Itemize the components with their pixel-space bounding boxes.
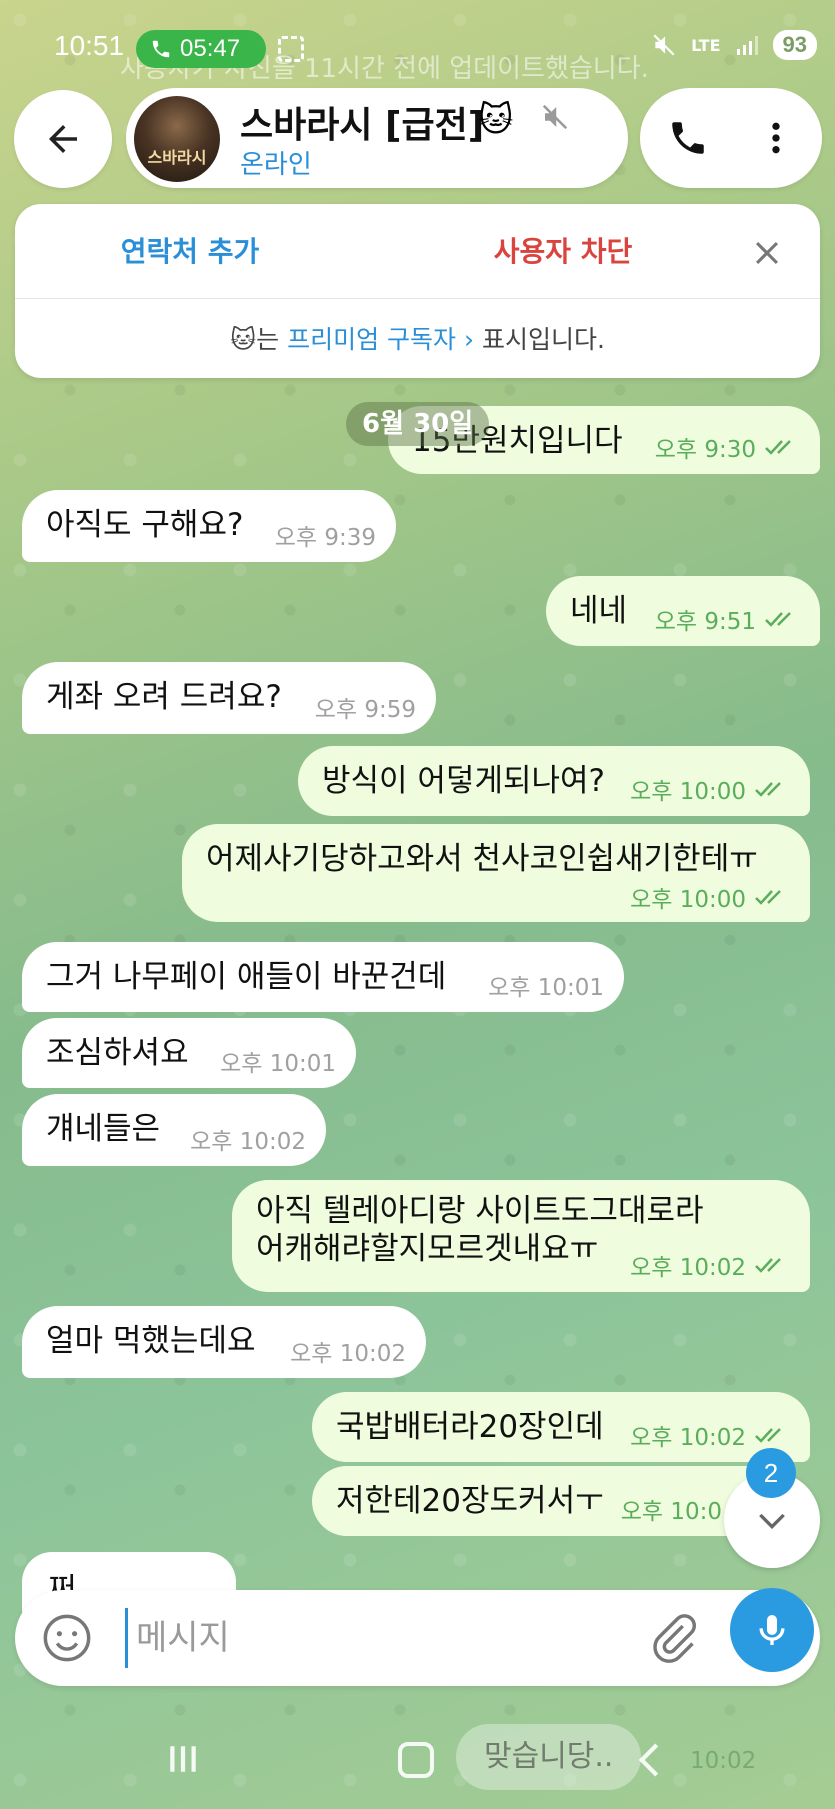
message-text: 아직도 구해요? [46, 507, 244, 543]
message-text: 걔네들은 [46, 1111, 161, 1147]
message-text: 그거 나무페이 애들이 바꾼건데 [46, 959, 447, 995]
paperclip-icon[interactable] [647, 1612, 699, 1664]
new-contact-panel: 연락처 추가 사용자 차단 🐱는 프리미엄 구독자 › 표시입니다. [15, 204, 820, 378]
double-check-icon [765, 612, 791, 627]
double-check-icon [755, 1258, 781, 1273]
premium-emoji: 🐱 [230, 325, 257, 354]
message-bubble[interactable]: 어제사기당하고와서 천사코인쉽새기한테ㅠ 오후 10:00 [182, 824, 810, 922]
message-time: 오후 10:00 [630, 887, 746, 913]
recent-apps-icon[interactable] [166, 1742, 200, 1776]
close-icon[interactable] [750, 236, 784, 270]
online-status: 온라인 [240, 150, 312, 180]
screenshot-icon [278, 36, 304, 62]
message-bubble[interactable]: 아직 텔레아디랑 사이트도그대로라 어캐해랴할지모르겟내요ㅠ 오후 10:02 [232, 1180, 810, 1292]
message-text: 조심하셔요 [46, 1035, 189, 1071]
block-user-button[interactable]: 사용자 차단 [443, 230, 683, 270]
back-nav-icon[interactable] [630, 1740, 670, 1780]
ongoing-call-pill[interactable]: 05:47 [136, 30, 266, 68]
double-check-icon [765, 440, 791, 455]
message-text-line1: 아직 텔레아디랑 사이트도그대로라 [256, 1193, 704, 1229]
premium-suffix: 표시입니다. [474, 325, 605, 354]
signal-icon [736, 36, 758, 55]
smile-icon[interactable] [41, 1612, 93, 1664]
message-time: 오후 10:00 [630, 779, 746, 805]
more-vertical-icon [772, 122, 780, 154]
message-time: 오후 9:51 [654, 609, 756, 635]
message-text: 게좌 오려 드려요? [46, 679, 282, 715]
double-check-icon [755, 782, 781, 797]
message-meta: 오후 9:30 [655, 430, 800, 464]
call-timer: 05:47 [180, 35, 241, 62]
status-indicators: LTE 93 [651, 30, 817, 60]
message-time: 오후 10:02 [190, 1129, 306, 1155]
battery-level: 93 [772, 30, 817, 60]
message-time: 오후 9:30 [654, 437, 756, 463]
message-text: 네네 [570, 593, 628, 629]
mute-status-icon [653, 34, 675, 56]
message-time: 오후 10:0 [620, 1499, 722, 1525]
message-bubble[interactable]: 얼마 먹했는데요 오후 10:02 [22, 1306, 426, 1378]
message-text-line2: 어캐해랴할지모르겟내요ㅠ [256, 1231, 599, 1267]
message-bubble[interactable]: 방식이 어덯게되나여? 오후 10:00 [298, 746, 810, 816]
message-text: 국밥배터라20장인데 [336, 1409, 604, 1445]
voice-record-button[interactable] [730, 1588, 814, 1672]
avatar-text: 스바라시 [147, 148, 207, 167]
header-actions [640, 88, 822, 188]
phone-icon [152, 40, 170, 58]
message-text: 방식이 어덯게되나여? [322, 763, 605, 799]
message-time: 오후 9:39 [274, 525, 376, 551]
message-bubble[interactable]: 아직도 구해요? 오후 9:39 [22, 490, 396, 562]
chevron-down-icon [759, 1513, 785, 1530]
back-button[interactable] [14, 90, 112, 188]
message-composer [15, 1590, 820, 1686]
unread-count-badge: 2 [746, 1448, 796, 1498]
more-options-button[interactable] [744, 106, 808, 170]
message-time: 오후 10:01 [488, 975, 604, 1001]
message-meta: 오후 10:02 [630, 1418, 790, 1452]
message-bubble[interactable]: 저한테20장도커서ㅜ 오후 10:0 [312, 1466, 782, 1536]
premium-emoji-status[interactable]: 🐱 [478, 100, 513, 140]
message-meta: 오후 10:00 [630, 772, 790, 806]
double-check-icon [755, 890, 781, 905]
message-time: 오후 10:01 [220, 1051, 336, 1077]
message-time: 오후 9:59 [314, 697, 416, 723]
home-icon[interactable] [398, 1742, 434, 1778]
system-navigation-bar [0, 1700, 835, 1809]
message-meta: 오후 10:02 [630, 1248, 790, 1282]
date-separator: 6월 30일 [346, 402, 490, 446]
message-bubble[interactable]: 그거 나무페이 애들이 바꾼건데 오후 10:01 [22, 942, 624, 1012]
avatar[interactable]: 스바라시 [134, 96, 220, 182]
message-text: 어제사기당하고와서 천사코인쉽새기한테ㅠ [206, 841, 758, 877]
arrow-left-icon [49, 125, 77, 153]
chat-header[interactable]: 스바라시 스바라시 [급전] 🐱 온라인 [126, 88, 628, 188]
message-time: 오후 10:02 [630, 1425, 746, 1451]
chat-title: 스바라시 [급전] [240, 105, 485, 146]
double-check-icon [755, 1428, 781, 1443]
message-input[interactable] [125, 1608, 645, 1668]
call-button[interactable] [656, 106, 720, 170]
message-time: 오후 10:02 [290, 1341, 406, 1367]
message-bubble[interactable]: 국밥배터라20장인데 오후 10:02 [312, 1392, 810, 1462]
status-time: 10:51 [54, 30, 125, 61]
message-bubble[interactable]: 걔네들은 오후 10:02 [22, 1094, 326, 1166]
message-text: 저한테20장도커서ㅜ [336, 1483, 604, 1519]
phone-icon [672, 122, 704, 154]
premium-prefix: 는 [256, 325, 288, 354]
message-bubble[interactable]: 네네 오후 9:51 [546, 576, 820, 646]
panel-divider [15, 298, 820, 299]
muted-chat-icon [542, 104, 568, 130]
message-time: 오후 10:02 [630, 1255, 746, 1281]
premium-subscriber-link[interactable]: 프리미엄 구독자 › [287, 325, 474, 354]
premium-info: 🐱는 프리미엄 구독자 › 표시입니다. [15, 320, 820, 356]
message-meta: 오후 9:51 [655, 602, 800, 636]
message-text: 얼마 먹했는데요 [46, 1323, 256, 1359]
message-bubble[interactable]: 게좌 오려 드려요? 오후 9:59 [22, 662, 436, 734]
network-label: LTE [691, 35, 721, 55]
status-bar: 10:51 05:47 LTE 93 [0, 0, 835, 96]
message-bubble[interactable]: 조심하셔요 오후 10:01 [22, 1018, 356, 1088]
message-meta: 오후 10:00 [630, 880, 790, 914]
add-contact-button[interactable]: 연락처 추가 [85, 230, 295, 270]
microphone-icon [759, 1615, 785, 1645]
